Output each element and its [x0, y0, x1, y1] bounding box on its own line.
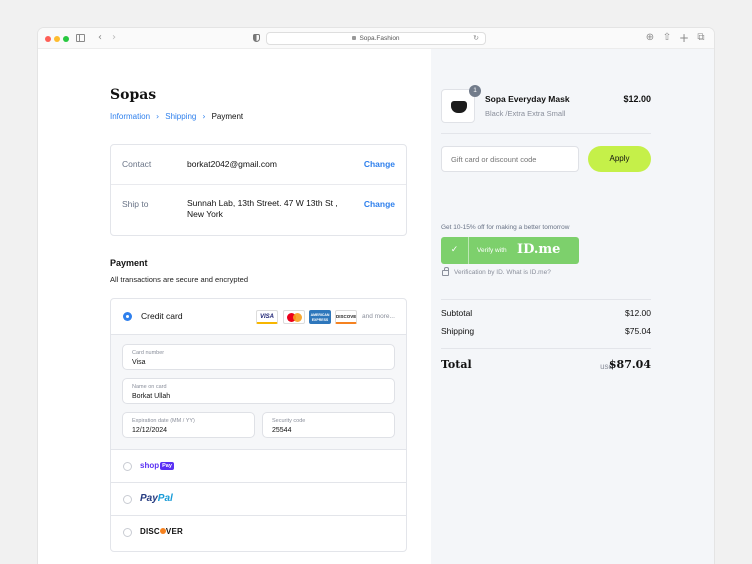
- browser-toolbar: ‹ › Sopa.Fashion ↻ ⊕ ⇧ + ⧉: [38, 28, 714, 49]
- idme-logo: ID.me: [517, 242, 561, 257]
- breadcrumb-shipping[interactable]: Shipping: [165, 112, 196, 121]
- store-logo[interactable]: Sopas: [110, 87, 156, 103]
- payment-methods: Credit card VISA AMERICAN EXPRESS DISCOV…: [110, 298, 407, 552]
- divider: [441, 133, 651, 134]
- credit-card-radio[interactable]: [123, 312, 132, 321]
- reload-icon[interactable]: ↻: [473, 33, 479, 44]
- quantity-badge: 1: [469, 85, 481, 97]
- security-code-label: Security code: [272, 418, 306, 424]
- subtotal-label: Subtotal: [441, 308, 473, 318]
- url-text: Sopa.Fashion: [359, 35, 400, 42]
- total-label: Total: [441, 358, 472, 371]
- change-contact-link[interactable]: Change: [364, 159, 395, 169]
- close-window-button[interactable]: [45, 36, 51, 42]
- paypal-radio[interactable]: [123, 495, 132, 504]
- name-on-card-field[interactable]: Name on card Borkat Ullah: [122, 378, 395, 404]
- share-icon[interactable]: ⇧: [661, 32, 673, 44]
- shop-pay-option[interactable]: shop Pay: [111, 450, 406, 483]
- order-summary-panel: 1 Sopa Everyday Mask Black /Extra Extra …: [431, 49, 714, 564]
- expiration-date-label: Expiration date (MM / YY): [132, 418, 195, 424]
- amex-logo: AMERICAN EXPRESS: [309, 310, 331, 324]
- ship-to-label: Ship to: [122, 199, 149, 209]
- verify-with-text: Verify with: [477, 247, 507, 254]
- url-bar[interactable]: Sopa.Fashion ↻: [266, 32, 486, 45]
- visa-logo: VISA: [256, 310, 278, 324]
- credit-card-option[interactable]: Credit card VISA AMERICAN EXPRESS DISCOV…: [111, 299, 406, 335]
- back-icon[interactable]: ‹: [94, 32, 106, 44]
- apply-button[interactable]: Apply: [588, 146, 651, 172]
- ship-to-value: Sunnah Lab, 13th Street. 47 W 13th St , …: [187, 198, 338, 219]
- total-value: $87.04: [608, 358, 651, 371]
- payment-title: Payment: [110, 258, 148, 268]
- payment-subtitle: All transactions are secure and encrypte…: [110, 275, 248, 284]
- verify-idme-button[interactable]: ✓ Verify with ID.me: [441, 237, 579, 264]
- credit-card-label: Credit card: [141, 311, 183, 321]
- shop-pay-radio[interactable]: [123, 462, 132, 471]
- expiration-date-value[interactable]: 12/12/2024: [132, 427, 167, 434]
- contact-row: Contact borkat2042@gmail.com Change: [111, 145, 406, 185]
- card-number-field[interactable]: Card number Visa: [122, 344, 395, 370]
- checkout-panel: Sopas Information › Shipping › Payment C…: [38, 49, 431, 564]
- shield-icon[interactable]: [253, 34, 260, 42]
- name-on-card-label: Name on card: [132, 384, 167, 390]
- discover-logo: DISC VER: [140, 527, 183, 536]
- security-code-value[interactable]: 25544: [272, 427, 291, 434]
- ship-to-row: Ship to Sunnah Lab, 13th Street. 47 W 13…: [111, 185, 406, 235]
- divider: [441, 299, 651, 300]
- forward-icon[interactable]: ›: [108, 32, 120, 44]
- contact-label: Contact: [122, 159, 152, 169]
- breadcrumb-payment: Payment: [211, 112, 244, 121]
- minimize-window-button[interactable]: [54, 36, 60, 42]
- chevron-right-icon: ›: [202, 112, 206, 121]
- name-on-card-value[interactable]: Borkat Ullah: [132, 393, 170, 400]
- chevron-right-icon: ›: [156, 112, 160, 121]
- security-code-field[interactable]: Security code 25544: [262, 412, 395, 438]
- subtotal-value: $12.00: [625, 308, 651, 318]
- download-icon[interactable]: ⊕: [644, 32, 656, 44]
- breadcrumb: Information › Shipping › Payment: [110, 112, 243, 121]
- idme-verification-note[interactable]: Verification by ID. What is ID.me?: [454, 269, 551, 276]
- check-icon: ✓: [441, 237, 469, 264]
- mask-image: [451, 101, 467, 113]
- discount-code-input[interactable]: [441, 146, 579, 172]
- contact-value: borkat2042@gmail.com: [187, 159, 277, 169]
- browser-window: ‹ › Sopa.Fashion ↻ ⊕ ⇧ + ⧉ Sopas Informa…: [38, 28, 714, 564]
- sidebar-icon[interactable]: [76, 34, 85, 42]
- review-box: Contact borkat2042@gmail.com Change Ship…: [110, 144, 407, 236]
- product-variant: Black /Extra Extra Small: [485, 109, 566, 118]
- product-thumbnail: 1: [441, 85, 481, 123]
- zoom-window-button[interactable]: [63, 36, 69, 42]
- paypal-logo: PayPal: [140, 493, 173, 504]
- card-number-value[interactable]: Visa: [132, 359, 146, 366]
- lock-icon: [442, 267, 449, 276]
- shop-pay-logo: shop Pay: [140, 461, 174, 470]
- idme-promo-text: Get 10-15% off for making a better tomor…: [441, 224, 570, 231]
- discover-card-logo: DISCOVER: [335, 310, 357, 324]
- change-ship-to-link[interactable]: Change: [364, 199, 395, 209]
- expiration-date-field[interactable]: Expiration date (MM / YY) 12/12/2024: [122, 412, 255, 438]
- credit-card-form: Card number Visa Name on card Borkat Ull…: [111, 335, 406, 450]
- product-name: Sopa Everyday Mask: [485, 94, 570, 104]
- discover-option[interactable]: DISC VER: [111, 516, 406, 549]
- more-cards-text: and more...: [362, 313, 395, 320]
- divider: [441, 348, 651, 349]
- lock-icon: [352, 36, 357, 40]
- card-number-label: Card number: [132, 350, 165, 356]
- tabs-icon[interactable]: ⧉: [695, 32, 707, 44]
- new-tab-icon[interactable]: +: [678, 32, 690, 44]
- product-price: $12.00: [623, 94, 651, 104]
- discover-radio[interactable]: [123, 528, 132, 537]
- paypal-option[interactable]: PayPal: [111, 483, 406, 516]
- mastercard-logo: [283, 310, 305, 324]
- shipping-value: $75.04: [625, 326, 651, 336]
- breadcrumb-information[interactable]: Information: [110, 112, 150, 121]
- shipping-label: Shipping: [441, 326, 475, 336]
